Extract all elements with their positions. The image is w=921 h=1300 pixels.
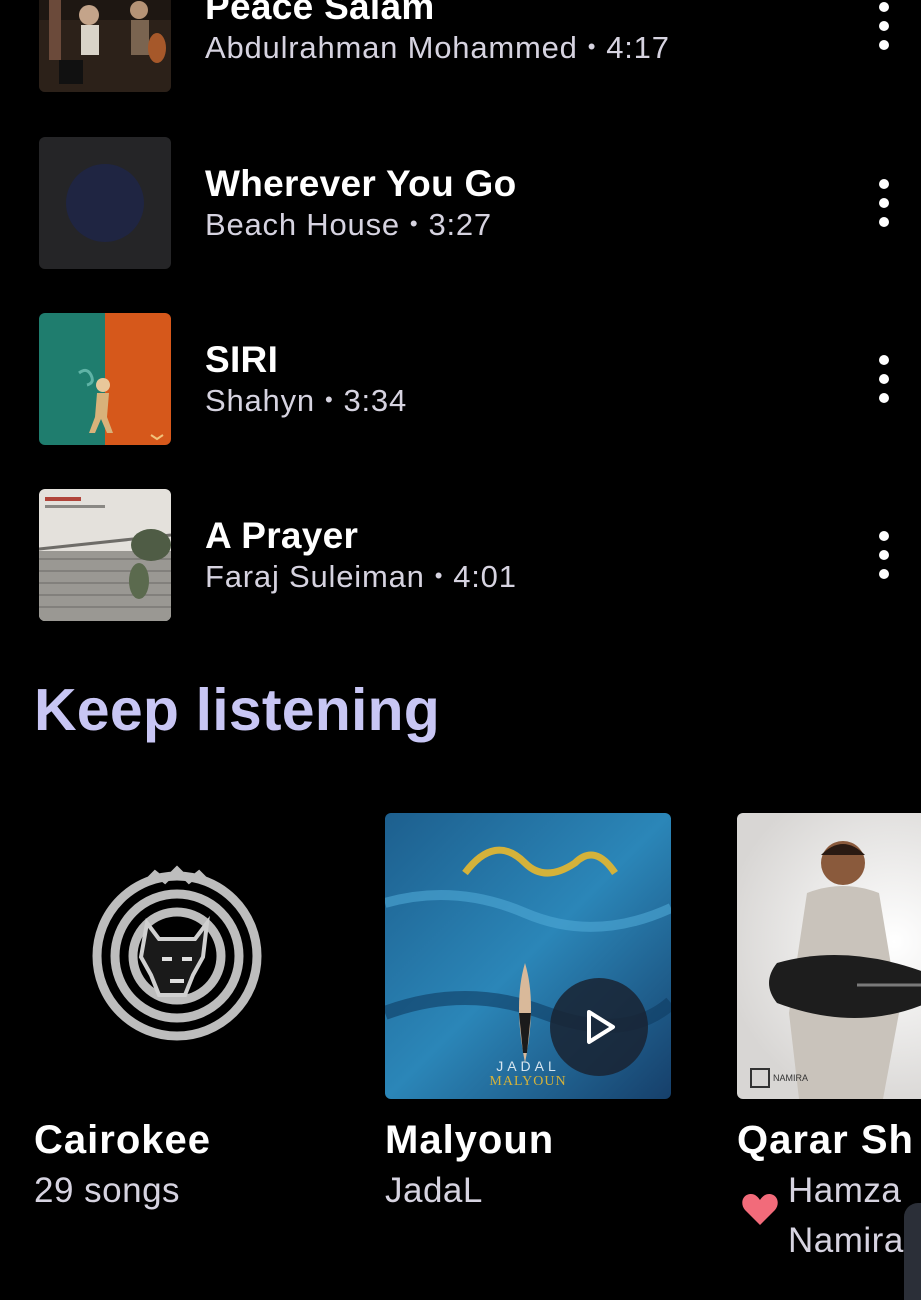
song-row[interactable]: A Prayer Faraj Suleiman • 4:01 xyxy=(0,489,921,621)
song-meta: Shahyn • 3:34 xyxy=(205,383,407,419)
card-cairokee[interactable]: Cairokee 29 songs xyxy=(34,813,320,1210)
song-duration: 4:01 xyxy=(453,559,517,594)
scroll-handle[interactable] xyxy=(904,1203,921,1300)
song-row[interactable]: Peace Salam Abdulrahman Mohammed • 4:17 xyxy=(0,0,921,92)
album-art: NAMIRA xyxy=(737,813,921,1099)
song-duration: 3:34 xyxy=(343,383,408,418)
album-art: JADAL MALYOUN xyxy=(385,813,671,1099)
meta-separator: • xyxy=(324,387,334,412)
card-title: Malyoun xyxy=(385,1118,555,1162)
song-thumbnail xyxy=(39,0,171,92)
song-thumbnail xyxy=(39,489,171,621)
song-row[interactable]: Wherever You Go Beach House • 3:27 xyxy=(0,137,921,269)
screen: Peace Salam Abdulrahman Mohammed • 4:17 Wh… xyxy=(0,0,921,1300)
play-icon xyxy=(587,1010,615,1044)
more-vert-icon[interactable] xyxy=(862,0,906,52)
card-malyoun[interactable]: JADAL MALYOUN Malyoun JadaL xyxy=(385,813,671,1210)
song-meta: Beach House • 3:27 xyxy=(205,207,492,243)
art-text: NAMIRA xyxy=(773,1073,808,1083)
card-subtitle-text: Hamza xyxy=(788,1171,902,1210)
song-duration: 4:17 xyxy=(606,30,670,65)
more-vert-icon[interactable] xyxy=(862,529,906,581)
card-subtitle: Hamza xyxy=(788,1171,901,1211)
song-artist: Abdulrahman Mohammed xyxy=(205,30,578,65)
card-subtitle-2: Namira xyxy=(788,1221,904,1260)
card-subtitle: JadaL xyxy=(385,1171,483,1210)
meta-separator: • xyxy=(434,563,444,588)
meta-separator: • xyxy=(409,211,419,236)
art-text-2: MALYOUN xyxy=(489,1074,566,1089)
song-duration: 3:27 xyxy=(428,207,492,242)
song-meta: Abdulrahman Mohammed • 4:17 xyxy=(205,30,670,66)
song-title: SIRI xyxy=(205,339,279,380)
more-vert-icon[interactable] xyxy=(862,177,906,229)
card-title: Cairokee xyxy=(34,1118,211,1162)
song-artist: Beach House xyxy=(205,207,400,242)
card-subtitle: 29 songs xyxy=(34,1171,181,1210)
heart-icon xyxy=(742,1193,778,1225)
song-artist: Faraj Suleiman xyxy=(205,559,425,594)
song-thumbnail xyxy=(39,137,171,269)
song-thumbnail xyxy=(39,313,171,445)
section-title: Keep listening xyxy=(34,677,441,743)
art-text: JADAL xyxy=(496,1058,560,1074)
song-row[interactable]: SIRI Shahyn • 3:34 xyxy=(0,313,921,445)
card-qarar[interactable]: NAMIRA Qarar Sh Hamza Namira xyxy=(737,813,921,1260)
artist-image xyxy=(34,813,320,1099)
meta-separator: • xyxy=(587,34,597,59)
song-title: A Prayer xyxy=(205,515,359,556)
song-title: Peace Salam xyxy=(205,0,435,27)
play-button[interactable] xyxy=(550,978,648,1076)
song-meta: Faraj Suleiman • 4:01 xyxy=(205,559,517,595)
card-title: Qarar Sh xyxy=(737,1118,914,1162)
song-title: Wherever You Go xyxy=(205,163,517,204)
song-artist: Shahyn xyxy=(205,383,315,418)
more-vert-icon[interactable] xyxy=(862,353,906,405)
